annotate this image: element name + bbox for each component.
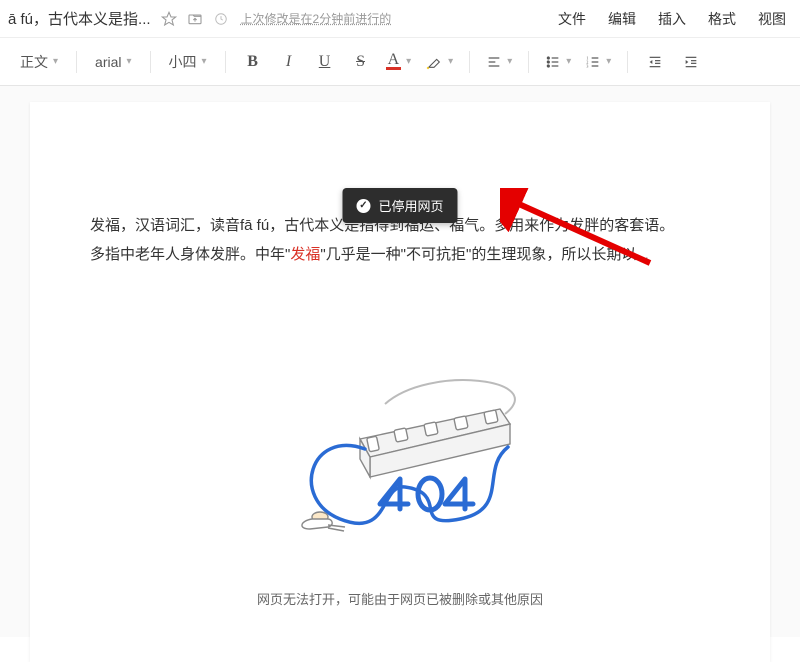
highlight-color-button[interactable]: ▾ xyxy=(421,47,457,77)
star-icon[interactable] xyxy=(161,11,177,27)
strike-button[interactable]: S xyxy=(346,47,376,77)
paragraph-style-select[interactable]: 正文 ▾ xyxy=(14,48,64,76)
chevron-down-icon: ▾ xyxy=(53,56,58,67)
text-color-sample: A xyxy=(386,53,402,70)
separator xyxy=(528,51,529,73)
history-icon[interactable] xyxy=(213,11,229,27)
font-select[interactable]: arial ▾ xyxy=(89,50,138,74)
toast-text: 已停用网页 xyxy=(378,196,443,215)
menu-format[interactable]: 格式 xyxy=(708,9,736,29)
text-color-button[interactable]: A ▾ xyxy=(382,47,416,77)
chevron-down-icon: ▾ xyxy=(606,56,611,67)
last-modified[interactable]: 上次修改是在2分钟前进行的 xyxy=(241,10,392,27)
svg-text:3: 3 xyxy=(587,63,589,68)
menu-view[interactable]: 视图 xyxy=(758,9,786,29)
paragraph-style-label: 正文 xyxy=(20,52,48,72)
outdent-button[interactable] xyxy=(640,47,670,77)
chevron-down-icon: ▾ xyxy=(566,56,571,67)
check-circle-icon: ✓ xyxy=(356,199,370,213)
chevron-down-icon: ▾ xyxy=(448,56,453,67)
toolbar: 正文 ▾ arial ▾ 小四 ▾ B I U S A ▾ ▾ ▾ ▾ 123 … xyxy=(0,38,800,86)
canvas: 发福，汉语词汇，读音fā fú，古代本义是指得到福运、福气。多用来作为发胖的客套… xyxy=(0,86,800,637)
font-label: arial xyxy=(95,54,121,70)
chevron-down-icon: ▾ xyxy=(127,56,132,67)
toast-notification: ✓ 已停用网页 xyxy=(342,188,457,223)
move-folder-icon[interactable] xyxy=(187,11,203,27)
chevron-down-icon: ▾ xyxy=(202,56,207,67)
document-page[interactable]: 发福，汉语词汇，读音fā fú，古代本义是指得到福运、福气。多用来作为发胖的客套… xyxy=(30,102,770,662)
highlight-icon xyxy=(425,53,443,71)
doc-title: ā fú，古代本义是指... xyxy=(8,8,151,29)
menu-file[interactable]: 文件 xyxy=(558,9,586,29)
error-footer-text: 网页无法打开，可能由于网页已被删除或其他原因 xyxy=(90,589,710,608)
font-size-select[interactable]: 小四 ▾ xyxy=(163,48,213,76)
ordered-list-button[interactable]: 123 ▾ xyxy=(581,47,615,77)
text-span: 多指中老年人身体发胖。中年" xyxy=(90,246,290,263)
menu-insert[interactable]: 插入 xyxy=(658,9,686,29)
unordered-list-button[interactable]: ▾ xyxy=(541,47,575,77)
separator xyxy=(150,51,151,73)
menu-edit[interactable]: 编辑 xyxy=(608,9,636,29)
header-icons: 上次修改是在2分钟前进行的 xyxy=(161,10,392,27)
menu-bar: 文件 编辑 插入 格式 视图 xyxy=(558,9,792,29)
chevron-down-icon: ▾ xyxy=(507,56,512,67)
error-illustration xyxy=(90,369,710,549)
chevron-down-icon: ▾ xyxy=(406,56,411,67)
underline-button[interactable]: U xyxy=(310,47,340,77)
separator xyxy=(76,51,77,73)
separator xyxy=(627,51,628,73)
separator xyxy=(225,51,226,73)
indent-button[interactable] xyxy=(676,47,706,77)
italic-button[interactable]: I xyxy=(274,47,304,77)
align-button[interactable]: ▾ xyxy=(482,47,516,77)
bold-button[interactable]: B xyxy=(238,47,268,77)
ellipsis: ... xyxy=(636,246,649,263)
separator xyxy=(469,51,470,73)
header-bar: ā fú，古代本义是指... 上次修改是在2分钟前进行的 文件 编辑 插入 格式… xyxy=(0,0,800,38)
font-size-label: 小四 xyxy=(169,52,197,72)
highlight-text: 发福 xyxy=(290,246,320,263)
text-span: "几乎是一种"不可抗拒"的生理现象，所以长期以 xyxy=(320,246,636,263)
